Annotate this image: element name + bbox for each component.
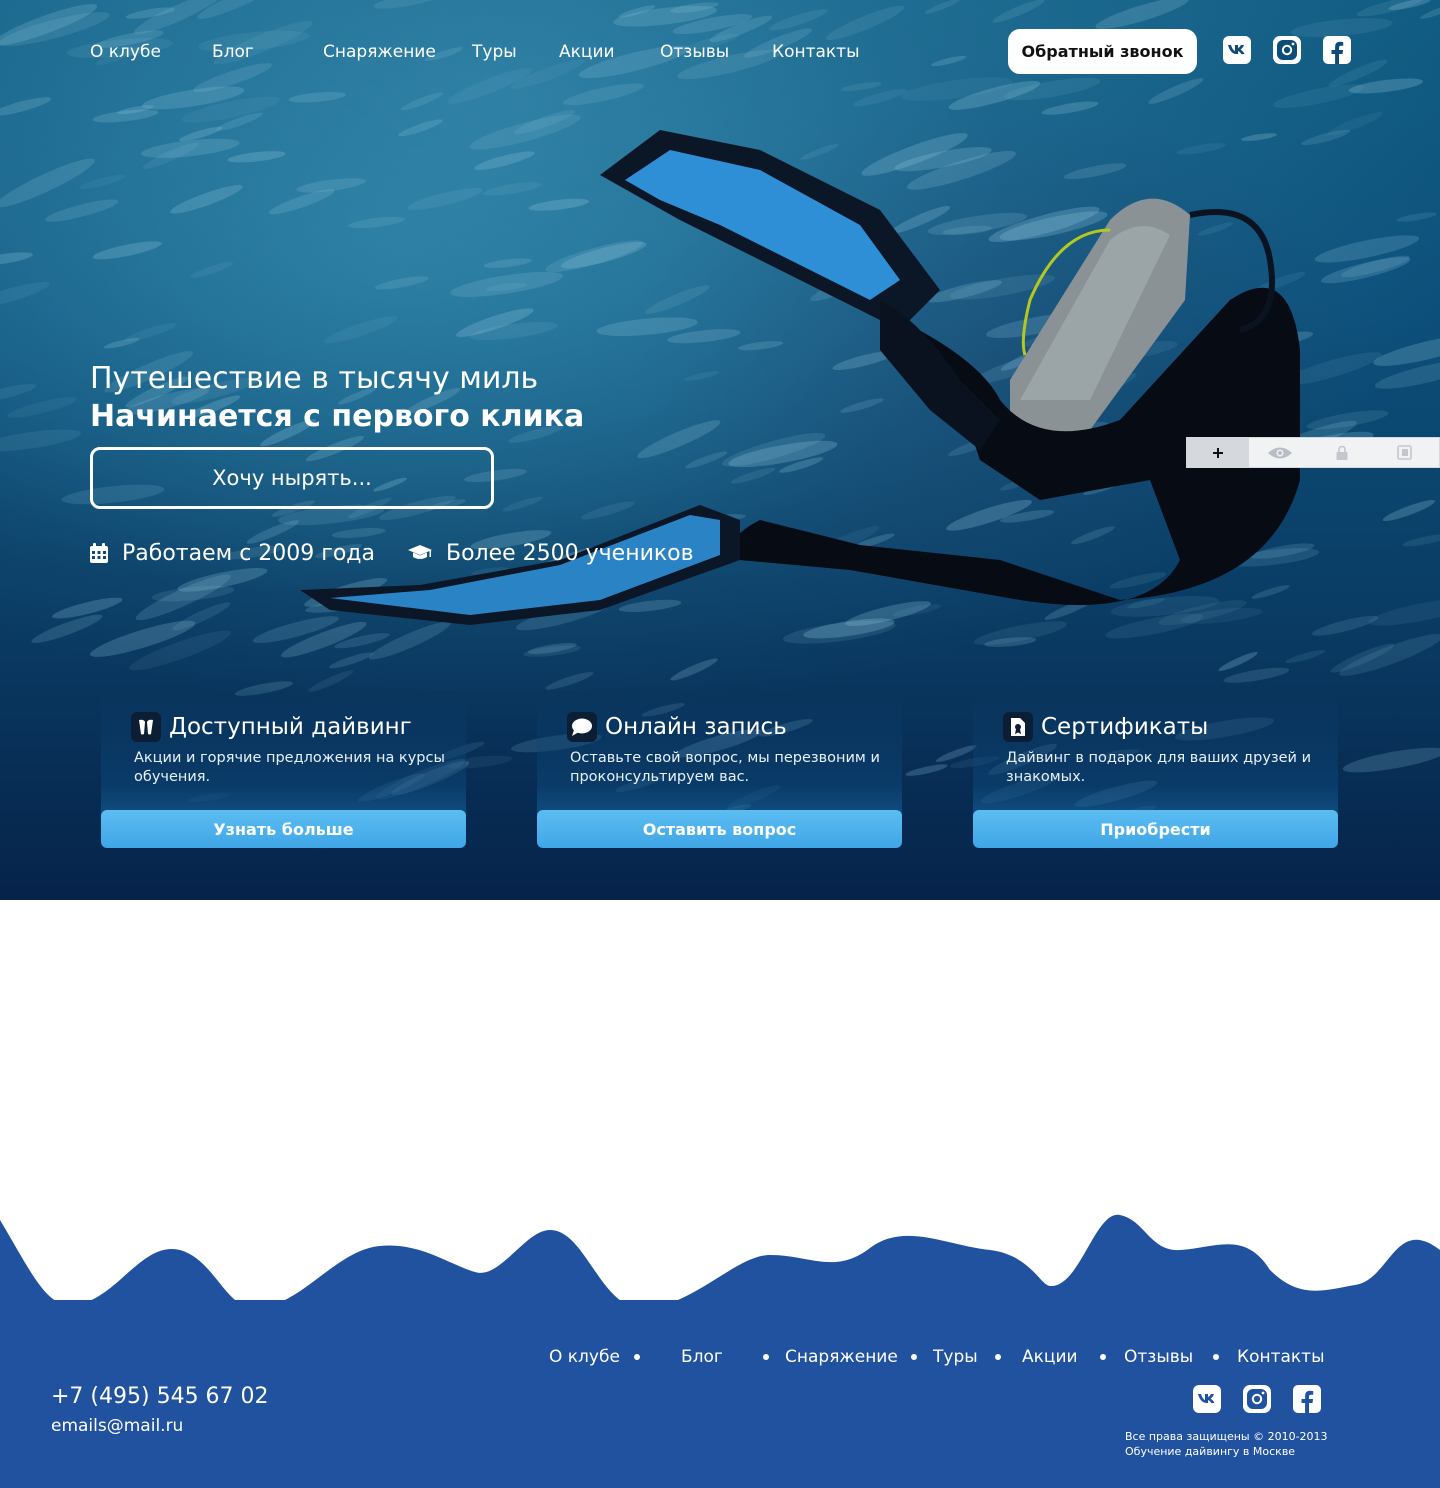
- footer-nav-promos[interactable]: Акции: [1022, 1343, 1078, 1371]
- callback-button[interactable]: Обратный звонок: [1008, 29, 1197, 74]
- nav-separator-dot: [634, 1354, 640, 1360]
- copyright: Все права защищены © 2010-2013 Обучение …: [1125, 1429, 1328, 1459]
- footer-phone[interactable]: +7 (495) 545 67 02: [51, 1382, 269, 1412]
- nav-separator-dot: [1100, 1354, 1106, 1360]
- nav-link-blog[interactable]: Блог: [212, 38, 254, 66]
- footer-email[interactable]: emails@mail.ru: [51, 1413, 183, 1439]
- eye-icon[interactable]: [1249, 438, 1311, 467]
- footer-nav-blog[interactable]: Блог: [681, 1343, 723, 1371]
- footer-nav-about[interactable]: О клубе: [549, 1343, 620, 1371]
- certificate-icon: [1003, 712, 1033, 742]
- hero-title-line2: Начинается с первого клика: [90, 399, 585, 434]
- card-title: Онлайн запись: [605, 714, 787, 740]
- facebook-icon[interactable]: [1323, 36, 1351, 64]
- ask-question-button[interactable]: Оставить вопрос: [537, 810, 902, 848]
- hero-title-line1: Путешествие в тысячу миль: [90, 361, 539, 396]
- nav-link-equipment[interactable]: Снаряжение: [323, 38, 436, 66]
- copy-icon[interactable]: [1373, 438, 1435, 467]
- graduation-cap-icon: [408, 545, 432, 559]
- lock-icon[interactable]: [1311, 438, 1373, 467]
- nav-link-about[interactable]: О клубе: [90, 38, 161, 66]
- nav-separator-dot: [911, 1354, 917, 1360]
- fact-text: Работаем с 2009 года: [122, 540, 375, 566]
- nav-link-reviews[interactable]: Отзывы: [660, 38, 729, 66]
- card-certificates: Сертификаты Дайвинг в подарок для ваших …: [973, 690, 1338, 848]
- nav-link-tours[interactable]: Туры: [472, 38, 517, 66]
- hero-section: О клубе Блог Снаряжение Туры Акции Отзыв…: [0, 0, 1440, 900]
- learn-more-button[interactable]: Узнать больше: [101, 810, 466, 848]
- calendar-icon: [90, 543, 108, 563]
- hero-heading: Путешествие в тысячу миль Начинается с п…: [90, 360, 650, 436]
- nav-separator-dot: [763, 1354, 769, 1360]
- card-description: Дайвинг в подарок для ваших друзей и зна…: [1006, 750, 1312, 785]
- card-description: Оставьте свой вопрос, мы перезвоним и пр…: [570, 750, 880, 785]
- footer-nav-reviews[interactable]: Отзывы: [1124, 1343, 1193, 1371]
- vk-icon[interactable]: [1223, 36, 1251, 64]
- footer-nav-tours[interactable]: Туры: [933, 1343, 978, 1371]
- fact-since-2009: Работаем с 2009 года: [90, 538, 375, 568]
- card-title: Сертификаты: [1041, 714, 1209, 740]
- card-affordable-diving: Доступный дайвинг Акции и горячие предло…: [101, 690, 466, 848]
- nav-separator-dot: [995, 1354, 1001, 1360]
- footer-wave: [0, 1214, 1440, 1302]
- plus-icon[interactable]: [1187, 438, 1249, 467]
- nav-link-contacts[interactable]: Контакты: [772, 38, 860, 66]
- vk-icon[interactable]: [1193, 1385, 1221, 1413]
- chat-bubble-icon: [567, 712, 597, 742]
- floating-toolbar: [1186, 437, 1440, 468]
- card-online-booking: Онлайн запись Оставьте свой вопрос, мы п…: [537, 690, 902, 848]
- want-to-dive-button[interactable]: Хочу нырять...: [90, 447, 494, 509]
- nav-separator-dot: [1213, 1354, 1219, 1360]
- nav-link-promos[interactable]: Акции: [559, 38, 615, 66]
- card-description: Акции и горячие предложения на курсы обу…: [134, 750, 445, 785]
- instagram-icon[interactable]: [1243, 1385, 1271, 1413]
- fact-text: Более 2500 учеников: [446, 540, 694, 566]
- purchase-button[interactable]: Приобрести: [973, 810, 1338, 848]
- copyright-line2: Обучение дайвингу в Москве: [1125, 1445, 1296, 1458]
- fact-students: Более 2500 учеников: [408, 538, 694, 568]
- instagram-icon[interactable]: [1273, 36, 1301, 64]
- copyright-line1: Все права защищены © 2010-2013: [1125, 1430, 1328, 1443]
- card-title: Доступный дайвинг: [169, 714, 412, 740]
- facebook-icon[interactable]: [1293, 1385, 1321, 1413]
- footer-nav-equipment[interactable]: Снаряжение: [785, 1343, 898, 1371]
- footer-nav-contacts[interactable]: Контакты: [1237, 1343, 1325, 1371]
- flippers-icon: [131, 712, 161, 742]
